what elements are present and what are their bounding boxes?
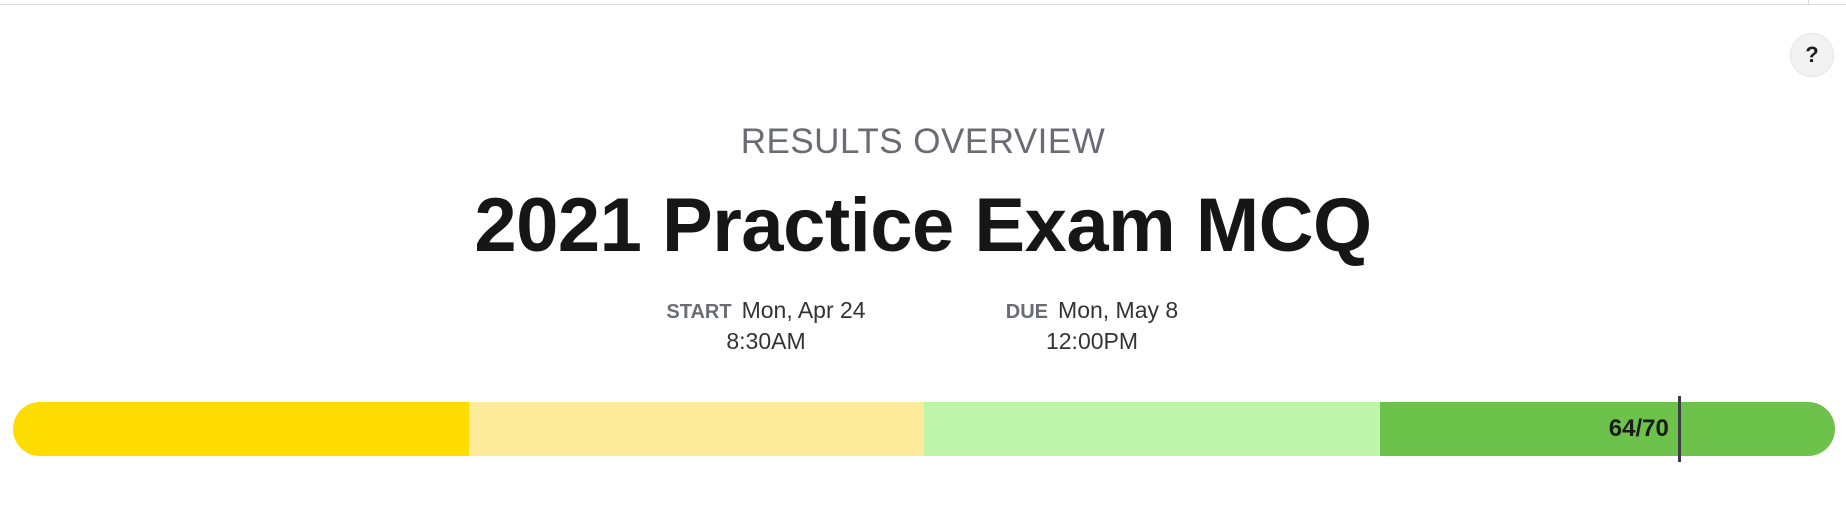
due-date-block: DUE Mon, May 8 12:00PM bbox=[992, 296, 1192, 356]
score-label: 64/70 bbox=[1608, 415, 1669, 442]
score-marker bbox=[1677, 396, 1681, 462]
start-date-block: START Mon, Apr 24 8:30AM bbox=[652, 296, 880, 356]
due-time: 12:00PM bbox=[1045, 328, 1139, 354]
progress-segment-3 bbox=[924, 402, 1380, 456]
help-button[interactable]: ? bbox=[1790, 33, 1834, 77]
start-time: 8:30AM bbox=[726, 328, 806, 354]
top-divider bbox=[0, 4, 1846, 5]
question-mark-icon: ? bbox=[1805, 42, 1819, 67]
results-page: ? RESULTS OVERVIEW 2021 Practice Exam MC… bbox=[0, 0, 1846, 532]
progress-segment-1 bbox=[13, 402, 469, 456]
results-overview-heading: RESULTS OVERVIEW bbox=[740, 122, 1106, 161]
progress-segment-2 bbox=[468, 402, 924, 456]
due-label: DUE bbox=[1005, 301, 1049, 323]
page-title: 2021 Practice Exam MCQ bbox=[474, 183, 1372, 268]
top-divider-tick bbox=[1808, 0, 1809, 5]
start-date: Mon, Apr 24 bbox=[741, 297, 866, 323]
due-date: Mon, May 8 bbox=[1058, 297, 1179, 323]
start-label: START bbox=[666, 301, 732, 323]
